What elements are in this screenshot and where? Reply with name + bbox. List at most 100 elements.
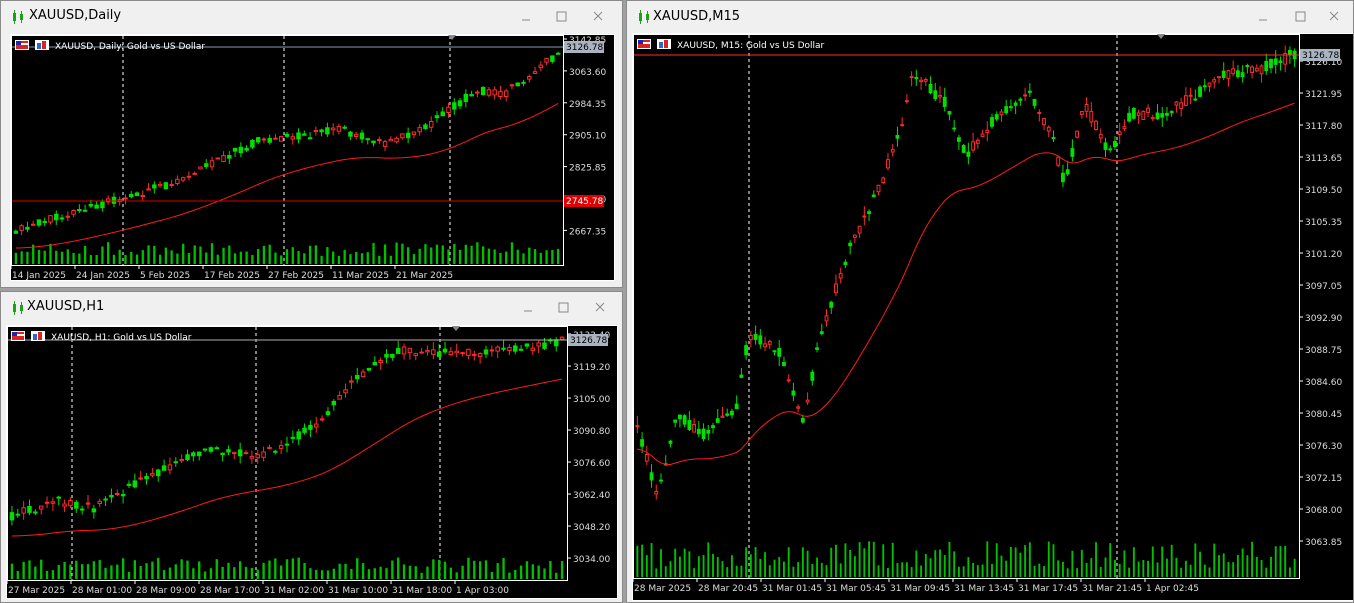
chart-window-h1[interactable]: XAUUSD,H1 3133.403119.203105.003090.8030… — [0, 291, 623, 603]
candle-body — [1273, 58, 1278, 65]
window-titlebar[interactable]: XAUUSD,Daily — [1, 1, 622, 31]
minimize-icon[interactable] — [519, 298, 537, 316]
candle-body — [27, 505, 32, 513]
candle-body — [15, 513, 21, 516]
maximize-icon[interactable] — [554, 298, 572, 316]
candle-body — [1188, 94, 1193, 97]
candle-body — [791, 390, 796, 396]
candle-body — [215, 157, 221, 160]
candle-body — [886, 159, 890, 169]
price-label: 3092.90 — [1305, 314, 1342, 324]
candle-body — [1094, 120, 1098, 130]
chart-canvas[interactable]: 3142.853063.602984.352905.102825.852746.… — [10, 34, 614, 281]
close-icon[interactable] — [1325, 7, 1343, 25]
price-chart[interactable]: 3133.403119.203105.003090.803076.603062.… — [6, 325, 618, 599]
candle-body — [111, 196, 117, 204]
candle-body — [1079, 110, 1084, 115]
candle-body — [244, 147, 249, 151]
candle-body — [411, 131, 417, 136]
candle-body — [1141, 110, 1146, 120]
candle-body — [394, 137, 399, 143]
price-chart[interactable]: 3142.853063.602984.352905.102825.852746.… — [10, 34, 615, 281]
candle-body — [734, 403, 739, 410]
candle-body — [942, 96, 947, 107]
candle-body — [1221, 70, 1226, 79]
candle-body — [895, 134, 900, 139]
candle-body — [852, 234, 857, 238]
candle-body — [530, 347, 536, 352]
candle-body — [815, 347, 819, 350]
candle-body — [261, 138, 267, 141]
candle-body — [654, 490, 659, 495]
candle-body — [457, 100, 463, 107]
window-titlebar[interactable]: XAUUSD,M15 — [627, 1, 1353, 31]
close-icon[interactable] — [591, 298, 609, 316]
candle-body — [1098, 133, 1103, 139]
candle-body — [1226, 70, 1231, 80]
chart-canvas[interactable]: 3133.403119.203105.003090.803076.603062.… — [6, 325, 617, 598]
maximize-icon[interactable] — [552, 7, 570, 25]
price-label: 3062.40 — [573, 491, 610, 501]
candle-body — [442, 348, 448, 353]
chart-canvas[interactable]: 3126.103121.953117.803113.653109.503105.… — [632, 33, 1353, 600]
chart-window-m15[interactable]: XAUUSD,M15 3126.10 3121.95 3117.80 3113.65 3… — [626, 0, 1354, 603]
candle-body — [169, 184, 174, 187]
price-label: 3080.45 — [1305, 410, 1342, 420]
candle-body — [495, 346, 500, 352]
candle-body — [59, 217, 65, 220]
candle-body — [250, 139, 255, 148]
candle-body — [1217, 76, 1221, 79]
chart-window-daily[interactable]: XAUUSD,Daily 3142.853063.602984.352905.1… — [0, 0, 623, 288]
maximize-icon[interactable] — [1291, 7, 1309, 25]
candle-body — [337, 394, 342, 400]
candle-body — [460, 352, 465, 355]
candle-body — [947, 111, 952, 115]
date-label: 21 Mar 2025 — [396, 271, 453, 280]
candle-body — [390, 353, 395, 358]
candle-body — [1131, 108, 1136, 119]
candle-body — [673, 419, 678, 423]
candle-body — [273, 137, 278, 140]
candle-body — [521, 81, 526, 84]
price-label: 2905.10 — [569, 132, 606, 142]
candle-body — [378, 360, 383, 364]
candle-body — [454, 350, 459, 354]
candle-body — [38, 505, 44, 510]
candle-body — [255, 454, 260, 459]
candle-body — [501, 347, 506, 350]
legend-text: XAUUSD, M15: Gold vs US Dollar — [677, 41, 825, 51]
price-label: 3113.65 — [1305, 154, 1342, 164]
candle-body — [366, 367, 372, 371]
price-chart[interactable]: 3126.10 3121.95 3117.80 3113.65 3109.50 3105.… — [632, 33, 1353, 601]
candle-body — [1207, 82, 1212, 87]
window-titlebar[interactable]: XAUUSD,H1 — [1, 292, 622, 322]
candle-body — [486, 89, 492, 96]
minimize-icon[interactable] — [517, 7, 535, 25]
close-icon[interactable] — [589, 7, 607, 25]
candle-body — [144, 476, 149, 480]
candle-body — [42, 220, 47, 223]
candle-body — [914, 76, 919, 80]
candle-body — [359, 132, 365, 140]
date-label: 31 Mar 18:00 — [392, 586, 452, 596]
candle-body — [711, 425, 715, 429]
candle-body — [994, 114, 999, 120]
candle-body — [284, 443, 290, 446]
candle-body — [744, 345, 749, 356]
candle-body — [753, 334, 758, 340]
window-title: XAUUSD,H1 — [27, 299, 105, 314]
date-label: 31 Mar 13:45 — [954, 584, 1014, 594]
candle-body — [405, 132, 411, 139]
candle-body — [692, 423, 697, 433]
candle-body — [489, 349, 495, 352]
candle-body — [413, 353, 419, 357]
candle-body — [682, 415, 687, 425]
candle-body — [173, 461, 179, 464]
candle-body — [255, 137, 261, 143]
candle-body — [1136, 112, 1141, 116]
minimize-icon[interactable] — [1254, 7, 1272, 25]
candle-body — [527, 75, 532, 80]
candle-body — [871, 194, 876, 198]
candle-body — [237, 449, 243, 457]
candle-body — [365, 138, 370, 141]
